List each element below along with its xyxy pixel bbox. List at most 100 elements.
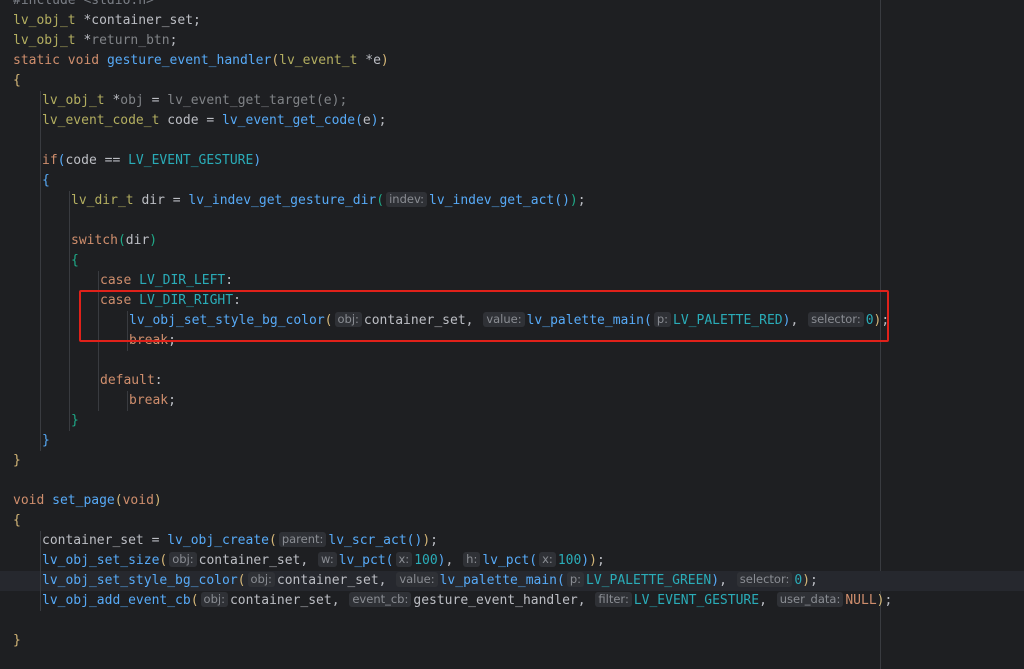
code-token: container_set, [363,313,474,328]
code-editor[interactable]: #include <stdio.h> lv_obj_t *container_se… [0,0,1024,669]
code-line[interactable]: case LV_DIR_RIGHT: [0,291,1024,311]
code-line[interactable]: lv_dir_t dir = lv_indev_get_gesture_dir(… [0,191,1024,211]
code-line[interactable]: void set_page(void) [0,491,1024,511]
code-token: ; [168,393,176,408]
code-token: ( [557,573,565,588]
code-token: ) [153,493,162,508]
code-text: lv_obj_t *obj = lv_event_get_target(e); [42,91,347,111]
code-line[interactable]: lv_obj_t *return_btn; [0,31,1024,51]
code-line[interactable]: lv_obj_t *obj = lv_event_get_target(e); [0,91,1024,111]
code-token: 0 [794,573,803,588]
code-text: } [42,431,50,451]
code-line[interactable]: break; [0,331,1024,351]
code-token: ; [430,533,438,548]
code-line[interactable]: { [0,251,1024,271]
indent-guide [98,351,99,371]
code-line[interactable] [0,351,1024,371]
indent-guide [69,271,70,291]
code-line[interactable] [0,211,1024,231]
code-line[interactable]: break; [0,391,1024,411]
code-line[interactable] [0,131,1024,151]
code-token: void [122,493,154,508]
code-token: { [13,513,21,528]
parameter-hint: selector: [808,312,864,327]
code-token: lv_event_t [279,53,358,68]
indent-guide [40,231,41,251]
code-text: { [13,71,21,91]
code-line[interactable]: switch(dir) [0,231,1024,251]
code-token: : [225,273,234,288]
indent-guide [40,431,41,451]
code-token: lv_event_code_t [42,113,160,128]
indent-guide [69,391,70,411]
code-line[interactable]: } [0,411,1024,431]
code-line[interactable]: case LV_DIR_LEFT: [0,271,1024,291]
code-line[interactable]: lv_event_code_t code = lv_event_get_code… [0,111,1024,131]
code-line[interactable]: lv_obj_add_event_cb(obj: container_set, e… [0,591,1024,611]
code-line[interactable]: container_set = lv_obj_create(parent: lv_… [0,531,1024,551]
parameter-hint: value: [483,312,525,327]
code-token: ( [159,553,168,568]
code-line[interactable]: lv_obj_set_style_bg_color(obj: container_… [0,311,1024,331]
code-line[interactable]: } [0,631,1024,651]
code-token: code == [65,153,129,168]
indent-guide [98,331,99,351]
indent-guide [40,191,41,211]
code-token: ( [237,573,246,588]
indent-guide [40,291,41,311]
code-line[interactable]: default: [0,371,1024,391]
code-token: obj [120,93,144,108]
code-token: return_btn [91,33,170,48]
code-token: ; [577,193,586,208]
code-token: 100 [414,553,438,568]
code-line[interactable]: #include <stdio.h> [0,0,1024,11]
code-token: LV_DIR_RIGHT [139,293,234,308]
code-line[interactable]: static void gesture_event_handler(lv_eve… [0,51,1024,71]
code-token: ( [268,533,277,548]
parameter-hint: p: [566,572,585,587]
indent-guide [40,251,41,271]
indent-guide [40,171,41,191]
indent-guide [40,551,41,571]
indent-guide [98,391,99,411]
code-token: lv_pct [338,553,386,568]
code-line[interactable]: lv_obj_set_style_bg_color(obj: container_… [0,571,1024,591]
code-text: break; [129,391,176,411]
code-token: case [100,273,132,288]
code-token: LV_EVENT_GESTURE [633,593,760,608]
code-token: ( [114,493,123,508]
code-line[interactable]: } [0,451,1024,471]
code-line[interactable]: if(code == LV_EVENT_GESTURE) [0,151,1024,171]
code-token: } [13,453,21,468]
code-line[interactable]: { [0,171,1024,191]
code-token: switch [71,233,118,248]
code-token: ( [385,553,394,568]
indent-guide [98,371,99,391]
code-token: , [445,553,462,568]
code-token: ; [169,33,178,48]
code-line[interactable]: { [0,71,1024,91]
code-line[interactable]: lv_obj_set_size(obj: container_set, w: lv_… [0,551,1024,571]
indent-guide [69,351,70,371]
code-token: gesture_event_handler, [413,593,586,608]
code-token: } [42,433,50,448]
code-token: ( [355,113,363,128]
code-token: ) [370,113,379,128]
code-text: lv_obj_t *container_set; [13,11,201,31]
code-text: case LV_DIR_LEFT: [100,271,233,291]
code-line[interactable]: } [0,431,1024,451]
code-token: * [75,33,92,48]
code-line[interactable]: { [0,511,1024,531]
code-token: case [100,293,132,308]
parameter-hint: obj: [200,592,228,607]
code-line[interactable] [0,611,1024,631]
code-token: e [362,113,371,128]
code-token: lv_obj_set_size [42,553,160,568]
code-line[interactable]: lv_obj_t *container_set; [0,11,1024,31]
code-line[interactable] [0,471,1024,491]
code-token: LV_PALETTE_RED [673,313,783,328]
